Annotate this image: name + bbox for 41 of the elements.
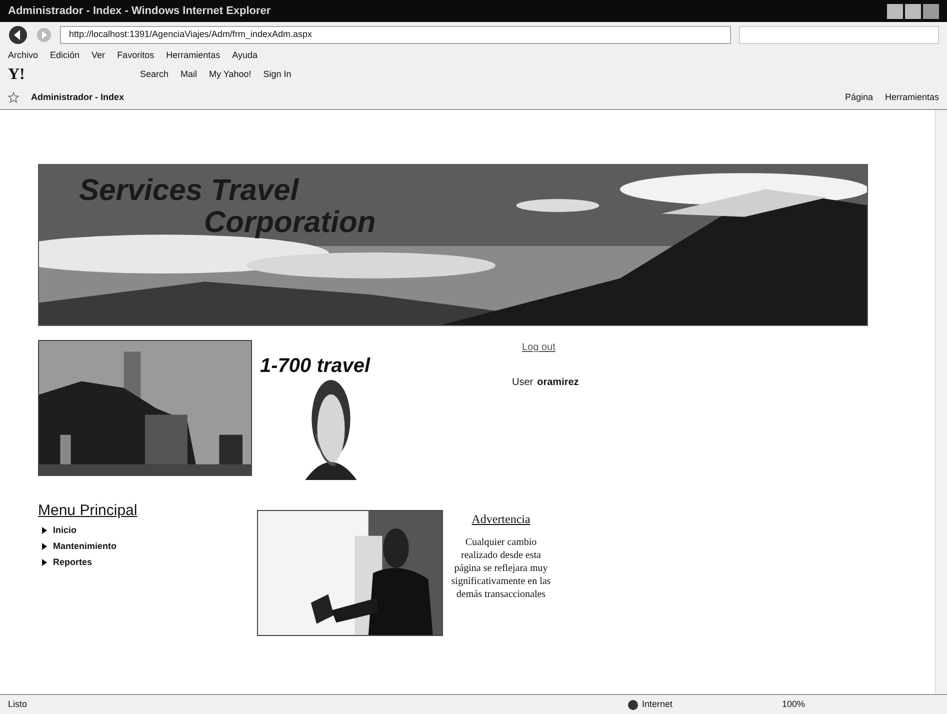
command-button[interactable]: Herramientas xyxy=(884,90,939,104)
zone-text: Internet xyxy=(642,698,674,711)
zoom-level[interactable]: 100% xyxy=(782,698,806,712)
menu-item[interactable]: Favoritos xyxy=(117,49,154,63)
triangle-icon xyxy=(42,559,47,566)
menu-item[interactable]: Herramientas xyxy=(166,49,220,63)
scrollbar[interactable] xyxy=(935,110,947,694)
banner-title: Services Travel xyxy=(79,175,300,207)
triangle-icon xyxy=(42,527,47,534)
minimize-button[interactable] xyxy=(887,4,903,18)
back-icon[interactable] xyxy=(8,25,28,45)
command-button[interactable]: Página xyxy=(844,90,873,104)
menu-link[interactable]: Inicio xyxy=(53,524,77,538)
menu-item[interactable]: Ayuda xyxy=(232,49,258,63)
close-button[interactable] xyxy=(923,4,939,18)
warning-text: Cualquier cambio realizado desde esta página se reflejara muy significativamente en las demás transaccionales xyxy=(451,536,551,601)
toolbar-item[interactable]: My Yahoo! xyxy=(209,68,252,82)
status-text: Listo xyxy=(8,698,28,711)
toolbar-item[interactable]: Sign In xyxy=(263,68,292,82)
user-label: User xyxy=(512,376,534,390)
menu-item[interactable]: Edición xyxy=(50,49,80,63)
menu-link[interactable]: Mantenimiento xyxy=(53,540,117,554)
toolbar-item[interactable]: Search xyxy=(140,68,169,82)
window-title: Administrador - Index - Windows Internet Explorer xyxy=(8,4,271,19)
maximize-button[interactable] xyxy=(905,4,921,18)
user-name: oramirez xyxy=(537,376,579,390)
menu-title: Menu Principal xyxy=(38,501,138,521)
tab[interactable]: Administrador - Index xyxy=(31,90,431,104)
brand-title: 1-700 travel xyxy=(260,354,372,378)
logout-link[interactable]: Log out xyxy=(522,342,556,353)
search-field[interactable] xyxy=(739,26,939,44)
triangle-icon xyxy=(42,543,47,550)
toolbar-item[interactable]: Mail xyxy=(180,68,198,82)
menu-item[interactable]: Ver xyxy=(92,49,106,63)
warning-title: Advertencia xyxy=(470,511,532,528)
address-field[interactable]: http://localhost:1391/AgenciaViajes/Adm/frm_indexAdm.aspx xyxy=(60,26,731,44)
menu-item[interactable]: Archivo xyxy=(8,49,38,63)
yahoo-logo[interactable]: Y! xyxy=(8,63,128,87)
banner-title: Corporation xyxy=(203,207,376,239)
menu-link[interactable]: Reportes xyxy=(53,556,92,570)
star-icon[interactable] xyxy=(8,92,19,103)
